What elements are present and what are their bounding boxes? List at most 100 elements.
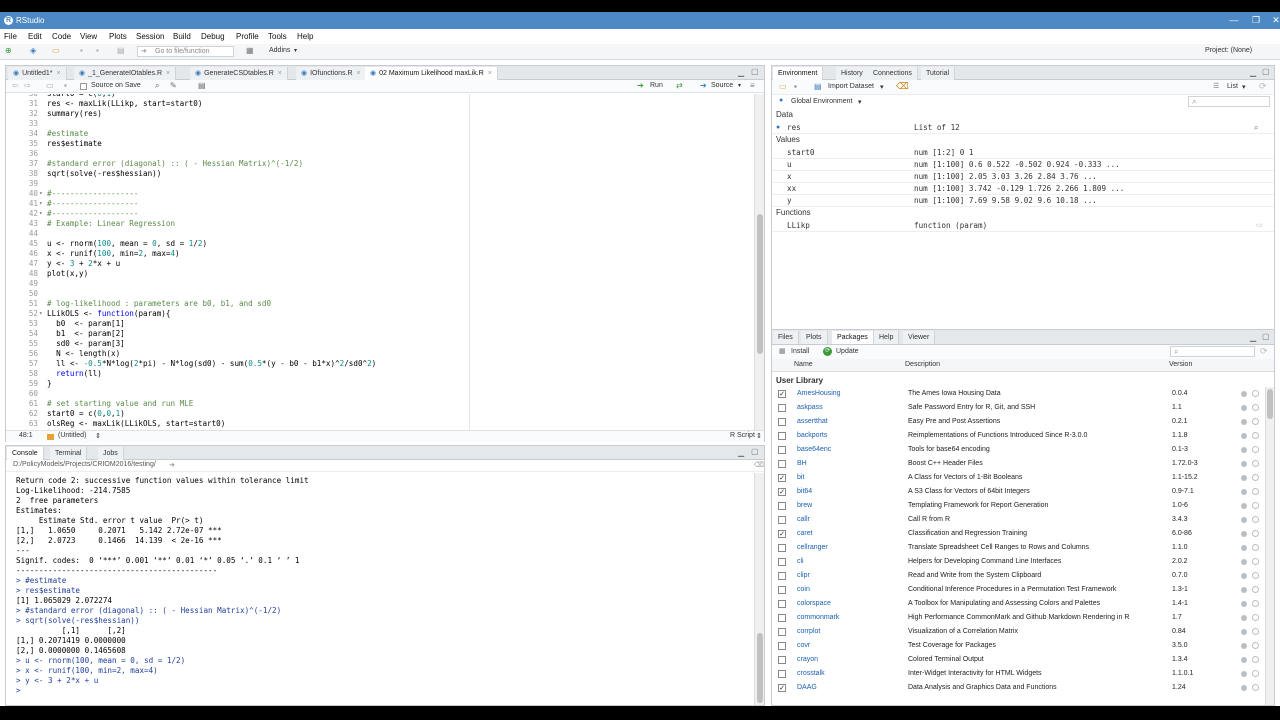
env-minimize-icon[interactable]: ▁ (1250, 68, 1256, 77)
console-minimize-icon[interactable]: ▁ (738, 448, 744, 457)
print-icon[interactable]: ▤ (117, 46, 125, 55)
import-dataset-button[interactable]: Import Dataset (828, 83, 874, 90)
package-name-link[interactable]: cli (797, 555, 804, 569)
package-remove-icon[interactable] (1252, 642, 1259, 649)
package-website-icon[interactable] (1241, 629, 1247, 635)
package-remove-icon[interactable] (1252, 390, 1259, 397)
console-scroll-thumb[interactable] (757, 633, 763, 703)
package-website-icon[interactable] (1241, 503, 1247, 509)
project-menu[interactable]: Project: (None) (1205, 47, 1252, 54)
package-website-icon[interactable] (1241, 671, 1247, 677)
package-website-icon[interactable] (1241, 531, 1247, 537)
grid-layout-icon[interactable]: ▦ (246, 46, 254, 55)
maximize-pane-icon[interactable]: ▢ (751, 67, 759, 76)
package-load-checkbox[interactable] (778, 516, 786, 524)
package-load-checkbox[interactable] (778, 432, 786, 440)
fold-arrow-icon[interactable]: ▾ (39, 189, 43, 199)
package-name-link[interactable]: crosstalk (797, 667, 825, 681)
package-name-link[interactable]: commonmark (797, 611, 839, 625)
forward-arrow-icon[interactable]: ⇨ (24, 81, 31, 90)
menu-item-profile[interactable]: Profile (236, 29, 259, 44)
package-website-icon[interactable] (1241, 545, 1247, 551)
save-icon[interactable]: ▪ (80, 46, 83, 55)
file-type-label[interactable]: R Script (730, 432, 755, 439)
env-search-input[interactable]: ⌕ (1188, 96, 1270, 107)
package-load-checkbox[interactable] (778, 656, 786, 664)
package-website-icon[interactable] (1241, 573, 1247, 579)
code-tools-wand-icon[interactable]: ✎ (170, 81, 177, 90)
package-load-checkbox[interactable] (778, 418, 786, 426)
menu-item-build[interactable]: Build (173, 29, 191, 44)
new-project-icon[interactable]: ◈ (30, 46, 36, 55)
menu-item-plots[interactable]: Plots (109, 29, 127, 44)
editor-tab-untitled1[interactable]: ◉ Untitled1* × (8, 67, 67, 80)
refresh-env-icon[interactable]: ⟳ (1259, 81, 1267, 92)
back-arrow-icon[interactable]: ⇦ (12, 81, 19, 90)
env-row-xx[interactable]: xx num [1:100] 3.742 -0.129 1.726 2.266 1… (773, 183, 1274, 195)
package-website-icon[interactable] (1241, 587, 1247, 593)
package-load-checkbox[interactable] (778, 642, 786, 650)
editor-scroll-thumb[interactable] (757, 214, 763, 354)
save-file-icon[interactable]: ▪ (64, 81, 67, 90)
goto-file-input[interactable]: ➜ Go to file/function (137, 46, 234, 57)
package-remove-icon[interactable] (1252, 418, 1259, 425)
global-environment-dropdown[interactable]: Global Environment (791, 98, 852, 105)
compile-report-icon[interactable]: ▤ (198, 81, 206, 90)
package-website-icon[interactable] (1241, 419, 1247, 425)
package-load-checkbox[interactable] (778, 572, 786, 580)
refresh-packages-icon[interactable]: ⟳ (1260, 346, 1268, 357)
package-website-icon[interactable] (1241, 475, 1247, 481)
package-name-link[interactable]: backports (797, 429, 827, 443)
console-maximize-icon[interactable]: ▢ (751, 447, 759, 456)
package-load-checkbox[interactable]: ✓ (778, 684, 786, 692)
fold-arrow-icon[interactable]: ▾ (39, 209, 43, 219)
pkg-tab-plots[interactable]: Plots (801, 331, 828, 344)
find-icon[interactable]: ⌕ (155, 81, 159, 91)
code-editor[interactable]: 30start0 = c(0,1)31res <- maxLik(LLikp, … (6, 94, 754, 430)
package-load-checkbox[interactable]: ✓ (778, 488, 786, 496)
expand-icon[interactable]: ● (776, 122, 780, 134)
package-remove-icon[interactable] (1252, 558, 1259, 565)
package-name-link[interactable]: assertthat (797, 415, 828, 429)
package-name-link[interactable]: bit (797, 471, 804, 485)
packages-scrollbar[interactable] (1265, 387, 1274, 705)
package-remove-icon[interactable] (1252, 614, 1259, 621)
editor-scrollbar[interactable] (754, 94, 764, 430)
menu-item-code[interactable]: Code (52, 29, 71, 44)
package-website-icon[interactable] (1241, 601, 1247, 607)
new-file-icon[interactable]: ⊕ (5, 46, 12, 55)
package-remove-icon[interactable] (1252, 460, 1259, 467)
env-tab-history[interactable]: History (836, 67, 869, 80)
env-row-start0[interactable]: start0 num [1:2] 0 1 (773, 147, 1274, 159)
editor-tab-close-icon[interactable]: × (56, 70, 60, 77)
package-load-checkbox[interactable] (778, 614, 786, 622)
package-load-checkbox[interactable] (778, 558, 786, 566)
package-load-checkbox[interactable] (778, 586, 786, 594)
col-header-version[interactable]: Version (1169, 361, 1192, 368)
save-all-icon[interactable]: ▪ (96, 46, 99, 55)
package-name-link[interactable]: colorspace (797, 597, 831, 611)
open-file-icon[interactable]: ▭ (52, 46, 60, 55)
scope-label[interactable]: (Untitled) (58, 432, 86, 439)
env-row-x[interactable]: x num [1:100] 2.05 3.03 3.26 2.84 3.76 ..… (773, 171, 1274, 183)
env-tab-tutorial[interactable]: Tutorial (921, 67, 956, 80)
menu-item-file[interactable]: File (4, 29, 17, 44)
package-website-icon[interactable] (1241, 433, 1247, 439)
package-remove-icon[interactable] (1252, 600, 1259, 607)
minimize-icon[interactable]: — (1222, 12, 1246, 29)
package-name-link[interactable]: askpass (797, 401, 823, 415)
clear-workspace-broom-icon[interactable]: ⌫ (896, 81, 909, 92)
pkg-maximize-icon[interactable]: ▢ (1262, 332, 1270, 341)
package-remove-icon[interactable] (1252, 572, 1259, 579)
editor-tab-close-icon[interactable]: × (488, 70, 492, 77)
menu-item-help[interactable]: Help (297, 29, 313, 44)
fold-arrow-icon[interactable]: ▾ (39, 199, 43, 209)
package-load-checkbox[interactable] (778, 502, 786, 510)
env-row-LLikp[interactable]: LLikp function (param) ▭ (773, 220, 1274, 232)
package-name-link[interactable]: DAAG (797, 681, 817, 695)
env-row-u[interactable]: u num [1:100] 0.6 0.522 -0.502 0.924 -0.3… (773, 159, 1274, 171)
view-data-icon[interactable]: ⌕ (1254, 122, 1258, 134)
show-in-window-icon[interactable]: ▭ (46, 81, 54, 90)
editor-tab-generatecsdtables-r[interactable]: ◉ GenerateCSDtables.R × (190, 67, 288, 80)
console-scrollbar[interactable] (754, 473, 764, 705)
